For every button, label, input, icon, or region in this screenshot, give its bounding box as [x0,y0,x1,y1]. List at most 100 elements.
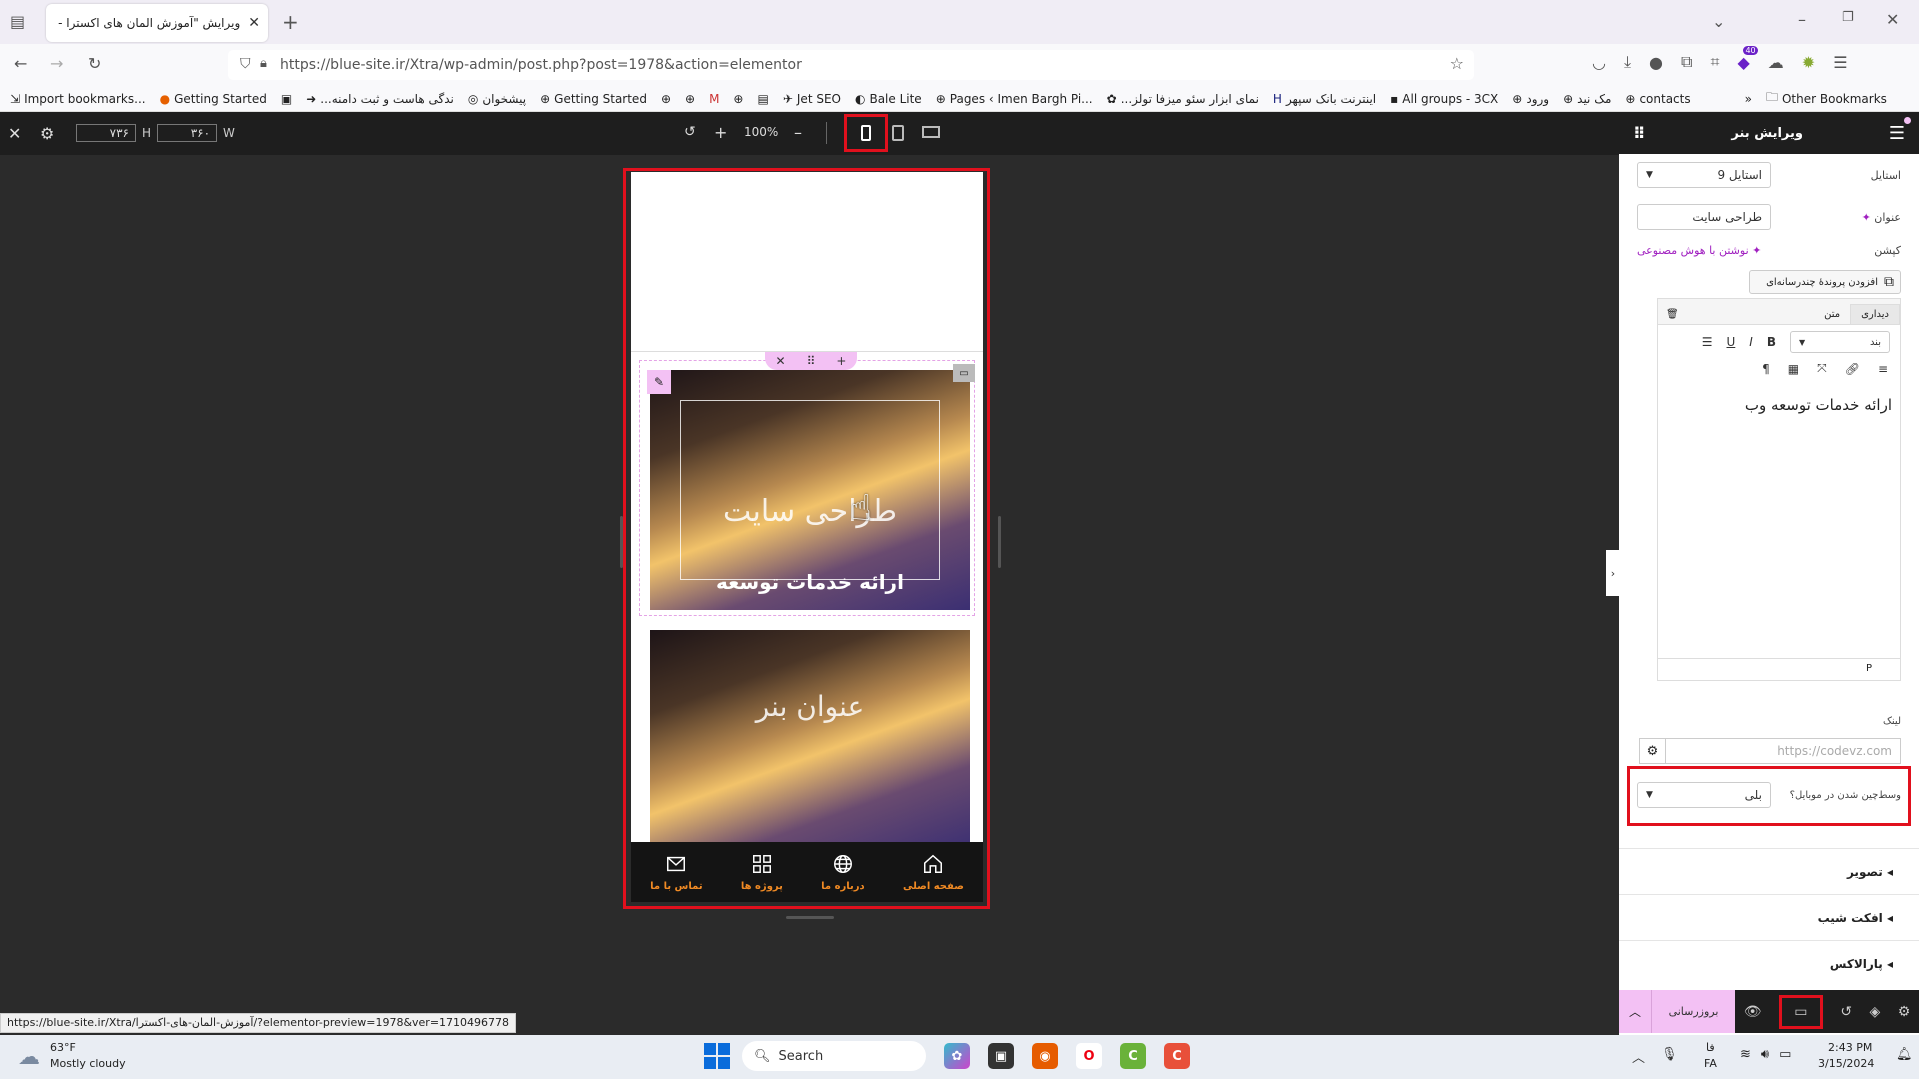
bookmark-item[interactable]: ⊕ Pages ‹ Imen Bargh Pi... [936,92,1093,106]
close-window-icon[interactable]: ✕ [1886,10,1899,29]
crop-icon[interactable]: ⌗ [1710,52,1719,72]
bullet-list-icon[interactable]: ☰ [1702,335,1713,349]
bookmark-item[interactable]: ⊕ [685,92,695,106]
shield-icon[interactable]: ⛉ [240,56,251,72]
resize-handle-bottom[interactable] [786,916,834,919]
settings-icon[interactable]: ⚙ [1898,1004,1911,1020]
tab-overflow-chevron-icon[interactable]: ⌄ [1712,12,1725,31]
bookmark-item[interactable]: ⇲ Import bookmarks... [10,92,146,106]
ai-sparkle-icon[interactable]: ✦ [1862,211,1871,224]
desktop-icon[interactable] [922,126,940,138]
settings-gear-icon[interactable]: ⚙ [40,124,54,143]
title-input[interactable]: طراحی سایت [1637,204,1771,230]
history-icon[interactable]: ↺ [1840,1004,1852,1020]
responsive-mode-icon[interactable]: ▭ [1778,994,1823,1029]
bookmark-item[interactable]: ✿ ...نمای ابزار سئو میزفا تولز [1107,92,1259,106]
link-options-icon[interactable]: ⚙ [1640,739,1666,763]
task-view-icon[interactable]: ▣ [988,1043,1014,1069]
resize-handle-right[interactable] [998,516,1001,568]
bookmark-item[interactable]: ⊕ مک نید [1563,92,1611,106]
nav-contact[interactable]: تماس با ما [650,853,703,892]
edit-widget-icon[interactable]: ✎ [647,370,671,394]
bookmark-item[interactable]: ◎ پیشخوان [468,92,526,106]
clock-date[interactable]: 3/15/2024 [1818,1057,1874,1070]
cloud-icon[interactable]: ☁ [1768,52,1784,72]
extension-icon[interactable]: ⧉ [1681,52,1692,72]
windows-start-icon[interactable] [704,1043,730,1069]
zoom-out-icon[interactable]: – [794,123,802,142]
update-button[interactable]: بروزرسانی [1651,990,1735,1033]
bookmark-item[interactable]: ⊕ ورود [1512,92,1549,106]
browser-tab[interactable]: ✕ ویرایش "آموزش المان های اکسترا - ... [46,4,268,42]
bookmark-item[interactable]: ▤ [757,92,768,106]
close-tab-icon[interactable]: ✕ [248,15,260,31]
nav-home[interactable]: صفحه اصلی [903,853,964,892]
bookmark-item[interactable]: ▪ All groups - 3CX [1390,92,1498,106]
fullscreen-icon[interactable]: ⤧ [1817,361,1827,376]
minimize-icon[interactable]: – [1798,10,1806,29]
edit-column-icon[interactable]: ▭ [953,364,975,382]
forward-icon[interactable]: → [50,54,63,73]
firefox-icon[interactable]: ◉ [1032,1043,1058,1069]
add-section-icon[interactable]: + [836,354,846,368]
style-select[interactable]: استایل 9 ▼ [1637,162,1771,188]
height-input[interactable]: ۷۳۶ [76,124,136,142]
section-parallax[interactable]: ◂ پارالاکس [1619,940,1919,986]
bookmark-item[interactable]: ➜ ...ندگی هاست و ثبت دامنه [306,92,454,106]
section-handle[interactable]: ✕ ⠿ + [765,352,857,370]
nav-projects[interactable]: پروژه ها [741,853,783,892]
bookmark-item[interactable]: ● Getting Started [160,92,267,106]
mobile-view-button[interactable] [844,114,888,152]
bookmark-item[interactable]: ✈ Jet SEO [783,92,841,106]
underline-icon[interactable]: U [1727,335,1736,349]
bookmark-item[interactable]: ⊕ contacts [1625,92,1690,106]
bookmarks-overflow-icon[interactable]: » [1745,92,1752,106]
bookmark-item[interactable]: ⊕ Getting Started [540,92,647,106]
reload-icon[interactable]: ↻ [88,54,101,73]
pocket-icon[interactable]: ◡ [1592,52,1606,72]
navigator-layers-icon[interactable]: ◈ [1869,1004,1880,1020]
add-media-button[interactable]: ⧉ افزودن پروندهٔ چندرسانه‌ای [1749,270,1901,294]
bookmark-item[interactable]: ⊕ [661,92,671,106]
section-image[interactable]: ◂ تصویر [1619,848,1919,894]
toolbar-toggle-icon[interactable]: ▦ [1788,362,1799,376]
weather-icon[interactable]: ☁ [18,1045,40,1070]
nav-about[interactable]: درباره ما [821,853,865,892]
preview-eye-icon[interactable]: 👁︎ [1744,1004,1762,1020]
bookmark-item[interactable]: ▣ [281,92,292,106]
download-icon[interactable]: ⤓ [1624,52,1631,72]
collapse-panel-icon[interactable]: › [1606,550,1620,596]
link-icon[interactable]: 🔗︎ [1845,362,1860,376]
taskbar-search[interactable]: 🔍︎ Search [742,1041,926,1071]
tab-visual[interactable]: دیداری [1850,304,1900,324]
new-tab-icon[interactable]: + [282,10,299,34]
opera-icon[interactable]: O [1076,1043,1102,1069]
bookmark-item[interactable]: ◐ Bale Lite [855,92,922,106]
back-icon[interactable]: ← [14,54,27,73]
close-responsive-icon[interactable]: ✕ [8,124,21,143]
sun-extension-icon[interactable]: ✹ [1802,52,1815,72]
trash-icon[interactable]: 🗑︎ [1658,305,1687,324]
bookmark-item[interactable]: ⊕ [733,92,743,106]
update-options-chevron-icon[interactable]: ︿ [1619,990,1651,1033]
zoom-in-icon[interactable]: + [714,123,727,142]
other-bookmarks[interactable]: 🗀 Other Bookmarks [1766,88,1887,109]
banner-widget-1[interactable]: طراحی سایت ارائه خدمات توسعه ☝ [650,370,970,610]
network-volume-battery[interactable]: ≋ 🔊︎ ▭ [1740,1047,1791,1062]
reset-zoom-icon[interactable]: ↺ [684,124,696,140]
tab-text[interactable]: متن [1814,305,1850,324]
grid-apps-icon[interactable]: ⠿ [1633,124,1646,143]
bookmark-star-icon[interactable]: ☆ [1450,54,1464,73]
drag-section-icon[interactable]: ⠿ [807,354,816,368]
editor-content[interactable]: ارائه خدمات توسعه وب [1658,378,1900,432]
copilot-icon[interactable]: ✿ [944,1043,970,1069]
menu-icon[interactable]: ☰ [1833,52,1847,72]
restore-icon[interactable]: ❐ [1842,10,1854,25]
language-top[interactable]: فا [1706,1041,1715,1054]
paragraph-select[interactable]: بند ▼ [1790,331,1890,353]
tablet-icon[interactable] [892,125,904,141]
ai-write-link[interactable]: ✦ نوشتن با هوش مصنوعی [1637,244,1761,257]
bold-icon[interactable]: B [1767,335,1776,349]
numbered-list-icon[interactable]: ≡ [1878,362,1888,376]
account-icon[interactable]: ● [1649,52,1663,72]
